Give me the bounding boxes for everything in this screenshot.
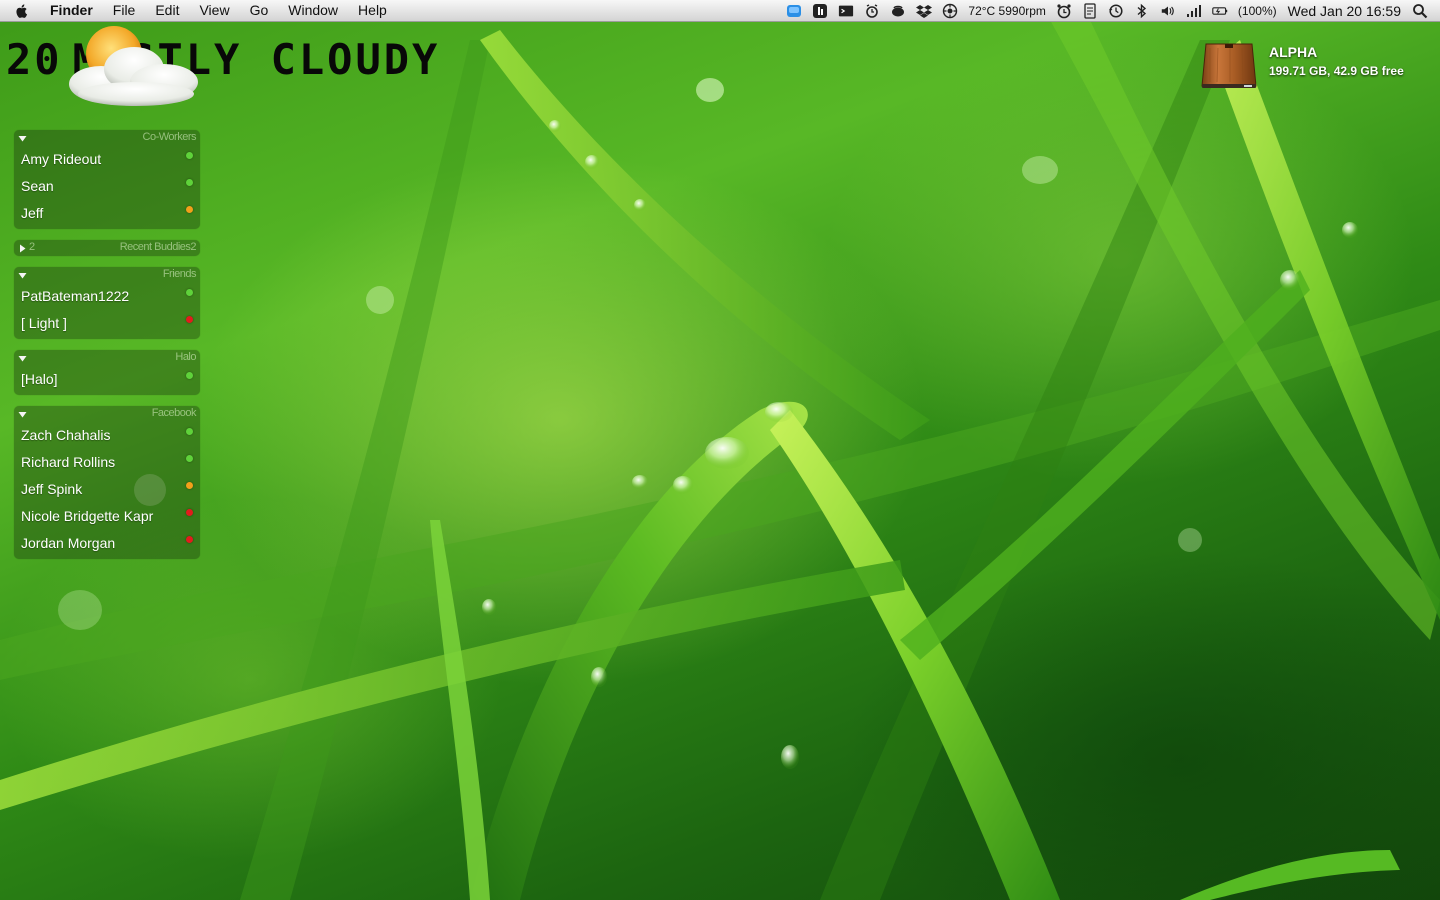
group-name: Friends xyxy=(162,268,197,280)
group-header[interactable]: Facebook xyxy=(14,406,200,422)
buddy-group-co-workers: Co-Workers Amy Rideout Sean Jeff xyxy=(14,130,200,229)
disclosure-triangle-icon[interactable] xyxy=(18,410,27,419)
buddy-row[interactable]: Sean xyxy=(14,173,200,200)
menu-window[interactable]: Window xyxy=(278,0,348,21)
buddy-name: [Halo] xyxy=(21,371,58,387)
status-indicator xyxy=(186,152,193,159)
drive-space: 199.71 GB, 42.9 GB free xyxy=(1269,64,1404,78)
buddy-name: Amy Rideout xyxy=(21,151,102,167)
status-indicator xyxy=(186,289,193,296)
clock-icon[interactable] xyxy=(1056,3,1072,19)
spotlight-icon[interactable] xyxy=(1412,3,1428,19)
disclosure-triangle-icon[interactable] xyxy=(18,271,27,280)
buddy-row[interactable]: Amy Rideout xyxy=(14,146,200,173)
desktop-wallpaper xyxy=(0,0,1440,900)
buddy-name: Nicole Bridgette Kapr xyxy=(21,508,154,524)
buddy-row[interactable]: Nicole Bridgette Kapr xyxy=(14,503,200,530)
status-indicator xyxy=(186,509,193,516)
document-icon[interactable] xyxy=(1082,2,1098,19)
buddy-name: Jeff xyxy=(21,205,44,221)
group-header[interactable]: Co-Workers xyxy=(14,130,200,146)
menu-file[interactable]: File xyxy=(103,0,146,21)
buddy-name: Jordan Morgan xyxy=(21,535,116,551)
dropbox-icon[interactable] xyxy=(916,3,933,19)
buddy-name: Zach Chahalis xyxy=(21,427,111,443)
growl-icon[interactable] xyxy=(890,3,906,19)
menu-help[interactable]: Help xyxy=(348,0,397,21)
buddy-group-recent-buddies: 2 Recent Buddies2 xyxy=(14,240,200,256)
partly-cloudy-icon xyxy=(69,26,198,106)
hard-drive-icon[interactable] xyxy=(1200,40,1258,90)
time-machine-icon[interactable] xyxy=(1108,3,1124,19)
group-name: Facebook xyxy=(151,407,197,419)
status-indicator xyxy=(186,482,193,489)
buddy-row[interactable]: Jordan Morgan xyxy=(14,530,200,557)
buddy-group-friends: Friends PatBateman1222 [ Light ] xyxy=(14,267,200,339)
battery-percentage[interactable]: (100%) xyxy=(1238,4,1277,18)
status-indicator xyxy=(186,206,193,213)
battery-icon[interactable] xyxy=(1212,3,1228,19)
menu-go[interactable]: Go xyxy=(240,0,279,21)
buddy-name: Sean xyxy=(21,178,54,194)
system-monitor-icon[interactable] xyxy=(942,3,958,19)
buddy-name: [ Light ] xyxy=(21,315,67,331)
buddy-group-facebook: Facebook Zach Chahalis Richard Rollins J… xyxy=(14,406,200,559)
status-indicator xyxy=(186,316,193,323)
drive-widget[interactable]: ALPHA 199.71 GB, 42.9 GB free xyxy=(1200,38,1430,92)
group-header[interactable]: Friends xyxy=(14,267,200,283)
group-name: Co-Workers xyxy=(142,131,197,143)
terminal-icon[interactable] xyxy=(838,3,854,19)
apple-menu-icon[interactable] xyxy=(14,3,30,19)
buddy-group-halo: Halo [Halo] xyxy=(14,350,200,395)
disclosure-triangle-collapsed-icon[interactable] xyxy=(18,244,27,253)
buddy-name: Jeff Spink xyxy=(21,481,83,497)
status-indicator xyxy=(186,372,193,379)
buddy-row[interactable]: [ Light ] xyxy=(14,310,200,337)
menu-edit[interactable]: Edit xyxy=(145,0,189,21)
buddy-row[interactable]: Zach Chahalis xyxy=(14,422,200,449)
group-count: 2 xyxy=(29,241,36,253)
status-indicator xyxy=(186,455,193,462)
group-header[interactable]: 2 Recent Buddies2 xyxy=(14,240,200,256)
menubar-clock[interactable]: Wed Jan 20 16:59 xyxy=(1288,3,1401,19)
buddy-list: Co-Workers Amy Rideout Sean Jeff 2 Recen… xyxy=(14,130,200,570)
volume-icon[interactable] xyxy=(1160,3,1176,19)
alarm-icon[interactable] xyxy=(864,3,880,19)
buddy-name: PatBateman1222 xyxy=(21,288,130,304)
buddy-row[interactable]: Richard Rollins xyxy=(14,449,200,476)
buddy-row[interactable]: PatBateman1222 xyxy=(14,283,200,310)
app-blue-icon[interactable] xyxy=(786,3,802,19)
grass-wallpaper-image xyxy=(0,20,1440,900)
group-header[interactable]: Halo xyxy=(14,350,200,366)
weather-temperature: 20 xyxy=(6,35,63,84)
drive-name[interactable]: ALPHA xyxy=(1269,44,1317,60)
group-name: Recent Buddies2 xyxy=(119,241,197,253)
disclosure-triangle-icon[interactable] xyxy=(18,134,27,143)
status-indicator xyxy=(186,428,193,435)
status-indicator xyxy=(186,179,193,186)
status-indicator xyxy=(186,536,193,543)
menu-bar: Finder File Edit View Go Window Help 72°… xyxy=(0,0,1440,22)
temperature-fan-readout[interactable]: 72°C 5990rpm xyxy=(968,4,1046,18)
bluetooth-icon[interactable] xyxy=(1134,3,1150,19)
buddy-row[interactable]: Jeff xyxy=(14,200,200,227)
disclosure-triangle-icon[interactable] xyxy=(18,354,27,363)
istat-icon[interactable] xyxy=(812,3,828,19)
buddy-row[interactable]: Jeff Spink xyxy=(14,476,200,503)
buddy-name: Richard Rollins xyxy=(21,454,116,470)
weather-widget: 20 MOSTLY CLOUDY xyxy=(0,22,600,132)
wifi-icon[interactable] xyxy=(1186,3,1202,19)
group-name: Halo xyxy=(175,351,196,363)
menu-view[interactable]: View xyxy=(189,0,239,21)
menu-finder[interactable]: Finder xyxy=(48,0,103,21)
buddy-row[interactable]: [Halo] xyxy=(14,366,200,393)
